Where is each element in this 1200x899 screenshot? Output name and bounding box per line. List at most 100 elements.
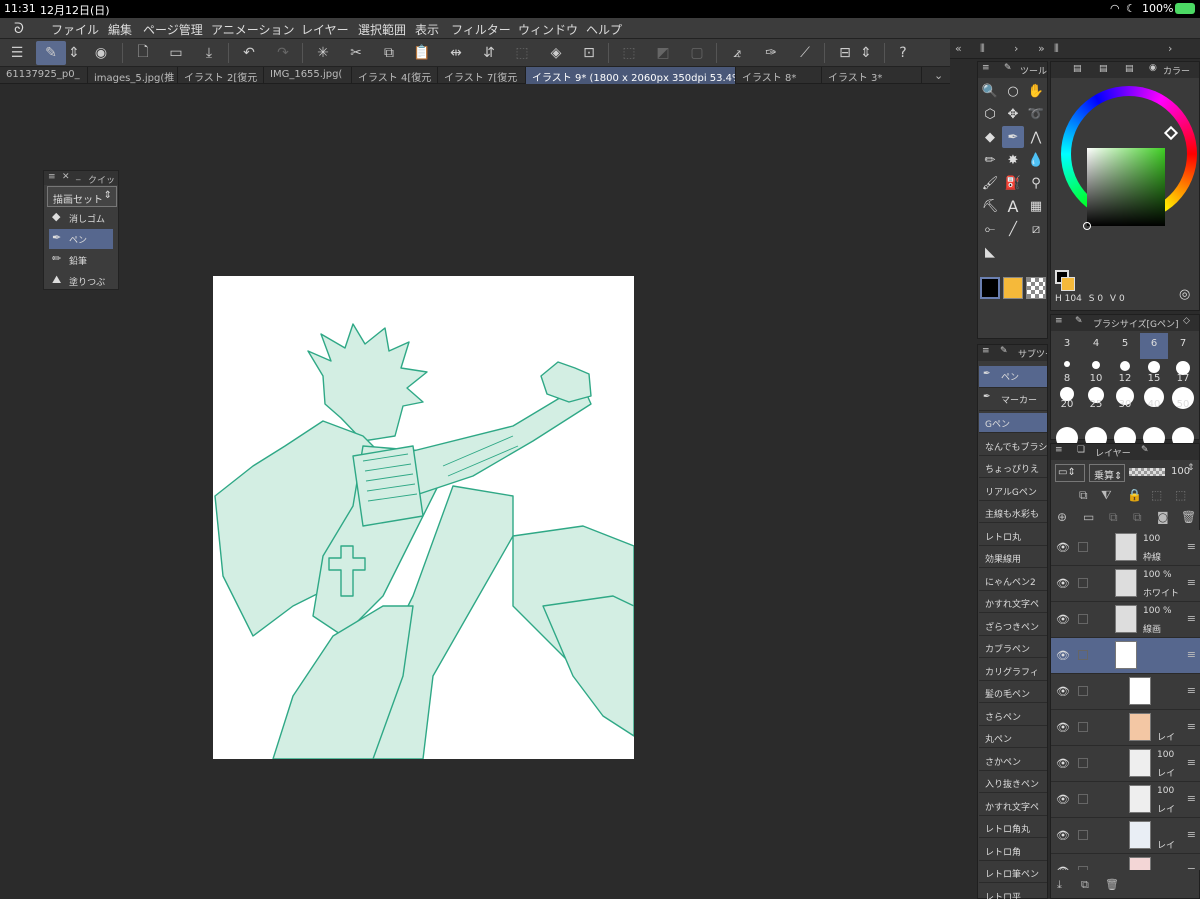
menu-page[interactable]: ページ管理 <box>143 21 203 38</box>
layer-menu-icon[interactable]: ≡ <box>1187 828 1196 841</box>
color-slider-tab-icon[interactable]: ▤ <box>1125 64 1134 74</box>
subtool-brush-item[interactable]: 主線も水彩も <box>979 503 1047 523</box>
layer-row[interactable]: 👁 レイ ≡ <box>1051 710 1200 746</box>
visibility-eye-icon[interactable]: 👁 <box>1056 577 1070 590</box>
layer-lock-checkbox[interactable] <box>1078 722 1088 732</box>
subtool-brush-item[interactable]: 髪の毛ペン <box>979 683 1047 703</box>
subtool-brush-item[interactable]: カリグラフィ <box>979 661 1047 681</box>
layer-lock-checkbox[interactable] <box>1078 650 1088 660</box>
speech-bubble-icon[interactable]: ○ <box>1002 80 1024 102</box>
visibility-eye-icon[interactable]: 👁 <box>1056 757 1070 770</box>
layer-lock-checkbox[interactable] <box>1078 758 1088 768</box>
panel-grip-icon[interactable]: ≡ <box>48 172 56 182</box>
tab-illust8[interactable]: イラスト 8* <box>736 67 822 84</box>
menu-help[interactable]: ヘルプ <box>586 21 622 38</box>
dock-grip-icon[interactable]: ⦀ <box>980 42 985 56</box>
panel-grip-icon[interactable]: ≡ <box>982 346 990 356</box>
ref-layer-icon[interactable]: ⧉ <box>1079 488 1088 503</box>
layer-lock-checkbox[interactable] <box>1078 542 1088 552</box>
transparent-swatch[interactable] <box>1026 277 1046 299</box>
save-icon[interactable]: ⤓ <box>196 41 222 65</box>
color-history-tab-icon[interactable]: ▤ <box>1099 64 1108 74</box>
layer-menu-icon[interactable]: ≡ <box>1187 756 1196 769</box>
flip-vertical-icon[interactable]: ⇵ <box>476 41 502 65</box>
duplicate-icon[interactable]: ⧉ <box>1081 878 1089 892</box>
layer-menu-icon[interactable]: ≡ <box>1187 864 1196 870</box>
eyedropper-icon[interactable]: ⚲ <box>1025 172 1047 194</box>
layer-row[interactable]: 👁 100 レイ ≡ <box>1051 782 1200 818</box>
visibility-eye-icon[interactable]: 👁 <box>1056 793 1070 806</box>
visibility-eye-icon[interactable]: 👁 <box>1056 613 1070 626</box>
loading-icon[interactable]: ✳ <box>310 41 336 65</box>
snap-icon[interactable]: ⟋ <box>792 41 818 65</box>
menu-edit[interactable]: 編集 <box>108 21 132 38</box>
layer-row[interactable]: 👁 100 % 線画 ≡ <box>1051 602 1200 638</box>
layer-property-tab-icon[interactable]: ✎ <box>1141 445 1149 455</box>
airbrush-icon[interactable]: ⛽ <box>1002 172 1024 194</box>
menu-layer[interactable]: レイヤー <box>301 21 349 38</box>
subtool-brush-item[interactable]: かすれ文字ペ <box>979 796 1047 816</box>
import-icon[interactable]: ⤓ <box>1057 878 1062 892</box>
brush-size-option[interactable]: 40 <box>1140 385 1168 411</box>
clip-icon[interactable]: ⧨ <box>1101 488 1112 503</box>
layer-row[interactable]: 👁 ≡ <box>1051 674 1200 710</box>
subtool-brush-item[interactable]: にゃんペン2 <box>979 571 1047 591</box>
layer-row[interactable]: 👁 ≡ <box>1051 638 1200 674</box>
invert-selection-icon[interactable]: ◩ <box>650 41 676 65</box>
pen-tool-icon[interactable]: ✒ <box>1002 126 1024 148</box>
visibility-eye-icon[interactable]: 👁 <box>1056 649 1070 662</box>
brush-size-option[interactable]: 20 <box>1053 385 1081 411</box>
quick-item-pencil[interactable]: ✏ 鉛筆 <box>49 250 113 270</box>
visibility-eye-icon[interactable]: 👁 <box>1056 829 1070 842</box>
layer-lock-checkbox[interactable] <box>1078 686 1088 696</box>
show-selection-icon[interactable]: ▢ <box>684 41 710 65</box>
pencil-tool-icon[interactable]: ✏ <box>979 149 1001 171</box>
layer-lock-checkbox[interactable] <box>1078 794 1088 804</box>
merge-icon[interactable]: ⧉ <box>1133 510 1142 525</box>
chevron-right-icon-2[interactable]: › <box>1168 42 1172 55</box>
brush-size-option[interactable]: 7 <box>1169 333 1197 359</box>
subtool-brush-item[interactable]: なんでもブラシ <box>979 436 1047 456</box>
quick-item-fill[interactable]: ⛰ 塗りつぶし <box>49 271 113 288</box>
layer-menu-icon[interactable]: ≡ <box>1187 720 1196 733</box>
menu-selection[interactable]: 選択範囲 <box>358 21 406 38</box>
chevron-updown-icon-2[interactable]: ⇕ <box>858 41 874 65</box>
layer-row[interactable]: 👁 100 枠線 ≡ <box>1051 530 1200 566</box>
subtool-brush-item[interactable]: レトロ角丸 <box>979 818 1047 838</box>
layer-lock-checkbox[interactable] <box>1078 830 1088 840</box>
brush-size-option[interactable]: 17 <box>1169 359 1197 385</box>
copy-icon[interactable]: ⧉ <box>376 41 402 65</box>
blend-mode-select[interactable]: 乗算⇕ <box>1089 464 1125 482</box>
panel-grip-icon[interactable]: ≡ <box>982 63 990 73</box>
chevron-right-icon[interactable]: › <box>1014 42 1018 55</box>
layer-lock-checkbox[interactable] <box>1078 614 1088 624</box>
brush-tool-icon[interactable]: 🖌 <box>979 172 1001 194</box>
fill-icon[interactable]: ◈ <box>543 41 569 65</box>
trash-icon[interactable]: 🗑 <box>1105 878 1119 891</box>
layer-row[interactable]: 👁 100 % ホワイト ≡ <box>1051 566 1200 602</box>
tab-61137925[interactable]: 61137925_p0_ <box>0 67 88 84</box>
layer-row[interactable]: 👁メモ≡ <box>1051 854 1200 870</box>
new-folder-icon[interactable]: ▭ <box>1083 510 1094 524</box>
quick-item-pen[interactable]: ✒ ペン <box>49 229 113 249</box>
subtool-brush-item[interactable]: ちょっぴりえ <box>979 458 1047 478</box>
subtool-brush-item[interactable]: レトロ角 <box>979 841 1047 861</box>
visibility-eye-icon[interactable]: 👁 <box>1056 865 1070 870</box>
object-select-icon[interactable]: ⬡ <box>979 103 1001 125</box>
open-folder-icon[interactable]: ▭ <box>163 41 189 65</box>
brush-size-option[interactable]: 4 <box>1082 333 1110 359</box>
layer-lock-checkbox[interactable] <box>1078 578 1088 588</box>
new-raster-layer-icon[interactable]: ⊕ <box>1057 510 1067 524</box>
layer-row[interactable]: 👁 100 レイ ≡ <box>1051 746 1200 782</box>
flip-horizontal-icon[interactable]: ⇹ <box>443 41 469 65</box>
subtool-brush-item[interactable]: 効果線用 <box>979 548 1047 568</box>
subtool-brush-item[interactable]: レトロ丸 <box>979 526 1047 546</box>
menu-view[interactable]: 表示 <box>415 21 439 38</box>
deselect-icon[interactable]: ⬚ <box>616 41 642 65</box>
decoration-icon[interactable]: ⋀ <box>1025 126 1047 148</box>
brush-size-option[interactable]: 50 <box>1169 385 1197 411</box>
color-settings-icon[interactable]: ◎ <box>1179 287 1190 302</box>
layer-menu-icon[interactable]: ≡ <box>1187 684 1196 697</box>
undo-icon[interactable]: ↶ <box>236 41 262 65</box>
text-tool-icon[interactable]: A <box>1002 195 1024 217</box>
